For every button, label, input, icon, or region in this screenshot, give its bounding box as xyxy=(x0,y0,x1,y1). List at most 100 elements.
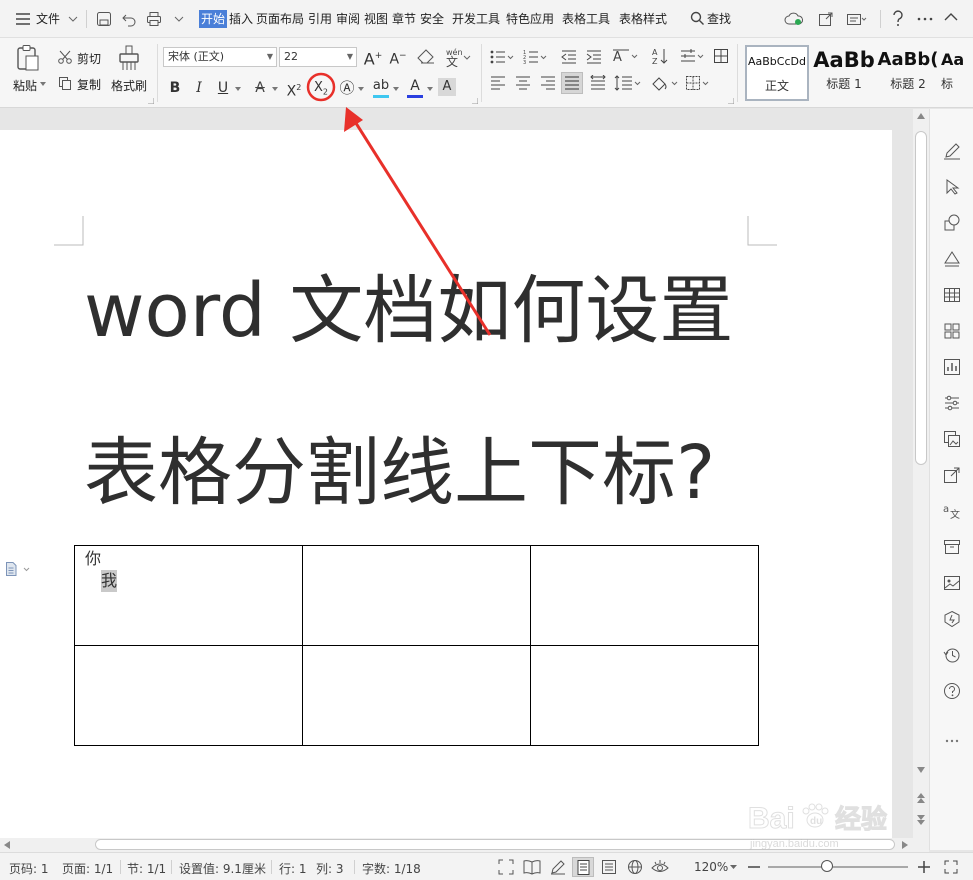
zoom-slider[interactable] xyxy=(768,860,908,872)
strikethrough-button[interactable]: A xyxy=(249,78,271,98)
chart-icon[interactable] xyxy=(943,358,961,376)
save-icon[interactable] xyxy=(96,11,112,27)
status-page-number[interactable]: 页码: 1 xyxy=(9,860,49,877)
share-icon[interactable] xyxy=(818,11,834,27)
scroll-up-arrow-icon[interactable] xyxy=(917,113,925,119)
document-table[interactable]: 你 我 xyxy=(74,545,759,746)
format-painter-button[interactable]: 格式刷 xyxy=(111,77,147,94)
style-layers-icon[interactable] xyxy=(943,250,961,268)
table-icon[interactable] xyxy=(943,286,961,304)
phonetic-guide-icon[interactable]: wén文 xyxy=(444,46,472,68)
security-shield-icon[interactable] xyxy=(943,610,961,628)
cut-button[interactable]: 剪切 xyxy=(77,50,101,67)
status-section[interactable]: 节: 1/1 xyxy=(127,860,166,877)
translate-icon[interactable]: a文 xyxy=(943,502,961,520)
focus-mode-icon[interactable] xyxy=(498,859,514,875)
style-heading-1[interactable]: AaBb 标题 1 xyxy=(812,45,876,101)
style-normal[interactable]: AaBbCcDd 正文 xyxy=(745,45,809,101)
distributed-align-icon[interactable] xyxy=(590,75,606,91)
tab-references[interactable]: 引用 xyxy=(308,10,332,28)
decrease-indent-icon[interactable] xyxy=(561,49,577,65)
chinese-layout-icon[interactable]: A xyxy=(612,47,640,65)
character-shading-button[interactable]: A xyxy=(438,78,456,96)
more-options-icon[interactable] xyxy=(943,732,961,750)
status-row[interactable]: 行: 1 xyxy=(279,860,307,877)
scroll-left-arrow-icon[interactable] xyxy=(4,841,10,849)
history-icon[interactable] xyxy=(943,646,961,664)
export-icon[interactable] xyxy=(943,466,961,484)
show-hide-marks-icon[interactable] xyxy=(680,48,706,64)
pen-icon[interactable] xyxy=(943,142,961,160)
underline-button[interactable]: U xyxy=(212,78,234,98)
style-heading-3[interactable]: Aa 标 xyxy=(941,45,973,101)
help-icon[interactable] xyxy=(891,10,905,28)
collaboration-icon[interactable] xyxy=(846,11,868,27)
text-effect-dropdown-icon[interactable] xyxy=(358,87,364,92)
customize-chevron-icon[interactable] xyxy=(174,15,184,23)
font-color-button[interactable]: A xyxy=(404,76,426,96)
status-setting-value[interactable]: 设置值: 9.1厘米 xyxy=(179,860,266,877)
apps-grid-icon[interactable] xyxy=(943,322,961,340)
sort-icon[interactable]: AZ xyxy=(652,47,668,65)
hamburger-menu-icon[interactable] xyxy=(15,12,31,26)
justify-button[interactable] xyxy=(561,72,583,94)
table-cell[interactable] xyxy=(74,645,303,746)
line-spacing-icon[interactable] xyxy=(614,75,642,91)
bullet-list-icon[interactable] xyxy=(490,49,514,65)
paste-icon[interactable] xyxy=(15,44,41,72)
highlight-button[interactable]: ab xyxy=(370,76,392,96)
zoom-dropdown-icon[interactable] xyxy=(730,865,737,870)
font-size-select[interactable]: 22 ▼ xyxy=(279,47,357,67)
table-cell[interactable]: 你 我 xyxy=(74,545,303,646)
dialog-launcher-icon[interactable] xyxy=(472,98,478,104)
page-view-button[interactable] xyxy=(572,857,594,877)
tab-special-apps[interactable]: 特色应用 xyxy=(506,10,554,28)
clear-format-icon[interactable] xyxy=(417,49,435,65)
web-view-icon[interactable] xyxy=(627,859,643,875)
zoom-in-icon[interactable] xyxy=(917,860,931,874)
status-column[interactable]: 列: 3 xyxy=(316,860,344,877)
document-page[interactable]: word 文档如何设置 表格分割线上下标? 你 我 xyxy=(0,130,892,838)
adjust-settings-icon[interactable] xyxy=(943,394,961,412)
status-pages[interactable]: 页面: 1/1 xyxy=(62,860,113,877)
copy-button[interactable]: 复制 xyxy=(77,76,101,93)
reading-mode-icon[interactable] xyxy=(523,859,541,875)
shapes-icon[interactable] xyxy=(943,214,961,232)
tab-table-tools[interactable]: 表格工具 xyxy=(562,10,610,28)
text-effect-button[interactable]: Ⓐ xyxy=(336,78,358,98)
scroll-down-arrow-icon[interactable] xyxy=(917,767,925,773)
font-color-dropdown-icon[interactable] xyxy=(427,87,433,92)
vertical-scrollbar[interactable] xyxy=(913,109,929,838)
paste-button[interactable]: 粘贴 xyxy=(13,77,37,94)
document-heading-line-2[interactable]: 表格分割线上下标? xyxy=(84,432,784,514)
tab-review[interactable]: 审阅 xyxy=(336,10,360,28)
document-heading-line-1[interactable]: word 文档如何设置 xyxy=(84,270,784,352)
vertical-scroll-thumb[interactable] xyxy=(915,131,927,465)
select-cursor-icon[interactable] xyxy=(943,178,961,196)
numbered-list-icon[interactable]: 123 xyxy=(523,49,547,65)
tab-security[interactable]: 安全 xyxy=(420,10,444,28)
shading-icon[interactable] xyxy=(650,74,680,92)
zoom-slider-thumb[interactable] xyxy=(820,860,833,872)
more-options-icon[interactable] xyxy=(917,17,933,21)
strikethrough-dropdown-icon[interactable] xyxy=(272,87,278,92)
write-mode-icon[interactable] xyxy=(550,859,566,875)
font-name-select[interactable]: 宋体 (正文) ▼ xyxy=(163,47,277,67)
archive-icon[interactable] xyxy=(943,538,961,556)
status-word-count[interactable]: 字数: 1/18 xyxy=(362,860,421,877)
italic-button[interactable]: I xyxy=(188,78,210,98)
align-center-icon[interactable] xyxy=(515,75,531,91)
subscript-button[interactable]: X2 xyxy=(310,78,332,98)
undo-icon[interactable] xyxy=(121,11,137,27)
highlight-dropdown-icon[interactable] xyxy=(393,87,399,92)
align-left-icon[interactable] xyxy=(490,75,506,91)
search-icon[interactable] xyxy=(690,11,705,26)
table-cell[interactable] xyxy=(302,645,531,746)
zoom-level[interactable]: 120% xyxy=(694,860,728,874)
bold-button[interactable]: B xyxy=(164,78,186,98)
cloud-sync-icon[interactable] xyxy=(784,11,804,27)
dialog-launcher-icon[interactable] xyxy=(728,98,734,104)
print-icon[interactable] xyxy=(146,11,162,27)
dialog-launcher-icon[interactable] xyxy=(148,98,154,104)
tab-developer[interactable]: 开发工具 xyxy=(452,10,500,28)
